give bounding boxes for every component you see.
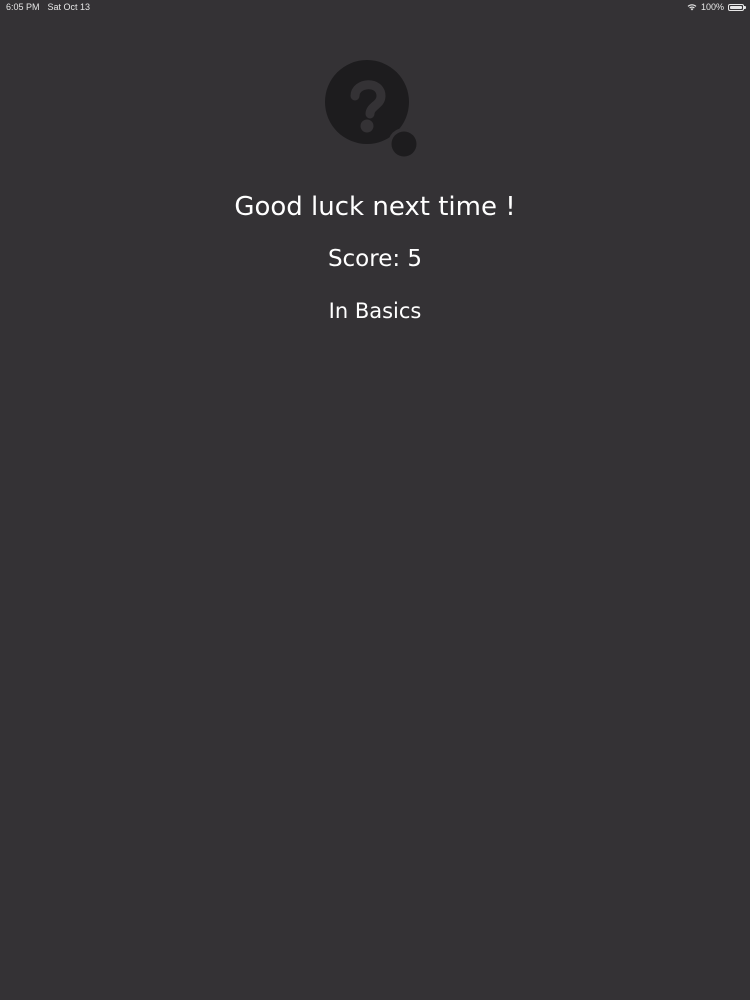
result-score: Score: 5 bbox=[327, 246, 423, 272]
battery-icon bbox=[728, 3, 746, 11]
question-mark-icon bbox=[325, 60, 420, 160]
result-panel: Good luck next time ! Score: 5 In Basics bbox=[0, 60, 750, 326]
wifi-icon bbox=[687, 4, 697, 11]
result-title: Good luck next time ! bbox=[234, 192, 516, 222]
status-bar: 6:05 PM Sat Oct 13 100% bbox=[0, 0, 750, 14]
status-right: 100% bbox=[687, 0, 746, 14]
status-date: Sat Oct 13 bbox=[47, 2, 91, 12]
result-category: In Basics bbox=[328, 299, 422, 323]
battery-percent: 100% bbox=[700, 2, 724, 12]
status-time: 6:05 PM bbox=[6, 2, 40, 12]
status-left: 6:05 PM Sat Oct 13 bbox=[6, 0, 90, 14]
